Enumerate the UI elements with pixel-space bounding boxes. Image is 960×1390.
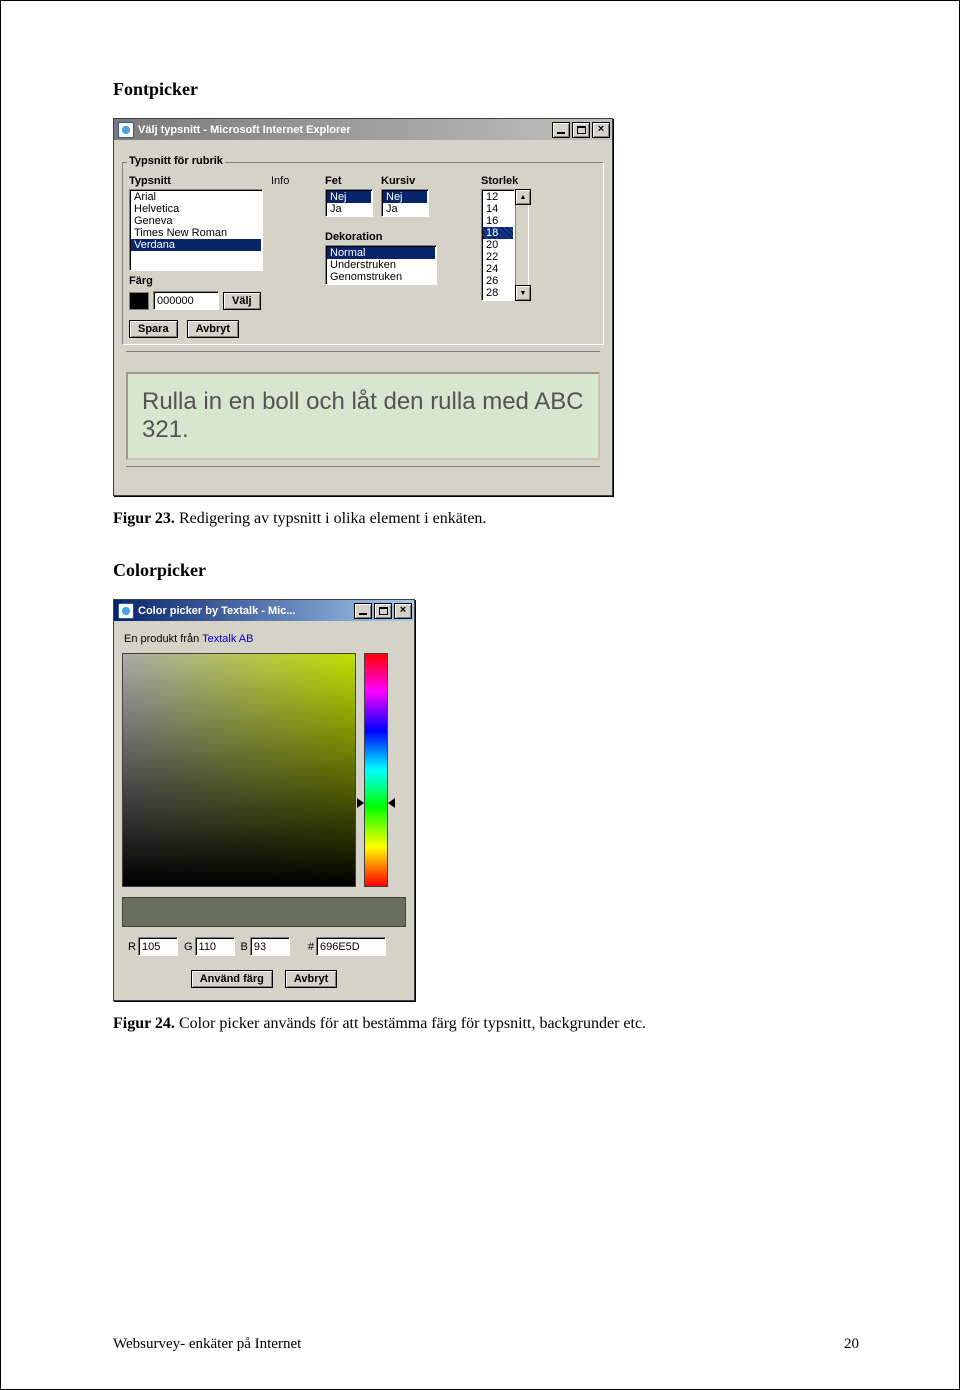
minimize-button[interactable] [552, 122, 570, 138]
font-listbox[interactable]: Arial Helvetica Geneva Times New Roman V… [129, 189, 263, 271]
label-fet: Fet [325, 175, 373, 187]
hue-pointer-left-icon [357, 798, 364, 808]
label-g: G [184, 941, 193, 953]
colorpicker-titlebar[interactable]: Color picker by Textalk - Mic... × [114, 600, 414, 621]
list-item[interactable]: Ja [327, 203, 371, 215]
hue-pointer-right-icon [388, 798, 395, 808]
list-item[interactable]: Geneva [131, 215, 261, 227]
g-input[interactable] [195, 937, 235, 956]
section-title-colorpicker: Colorpicker [113, 560, 859, 581]
group-legend: Typsnitt för rubrik [127, 155, 225, 167]
bold-listbox[interactable]: Nej Ja [325, 189, 373, 217]
cancel-button[interactable]: Avbryt [187, 320, 239, 338]
list-item[interactable]: Times New Roman [131, 227, 261, 239]
label-typsnitt: Typsnitt [129, 175, 263, 187]
colorpicker-window: Color picker by Textalk - Mic... × En pr… [113, 599, 415, 1001]
decoration-listbox[interactable]: Normal Understruken Genomstruken [325, 245, 437, 285]
label-hash: # [308, 941, 314, 953]
r-input[interactable] [138, 937, 178, 956]
intro-prefix: En produkt från [124, 633, 202, 645]
close-button[interactable]: × [592, 122, 610, 138]
list-item[interactable]: Ja [383, 203, 427, 215]
color-hex-input[interactable] [153, 291, 219, 310]
figure23-number: Figur 23. [113, 510, 175, 527]
list-item[interactable]: 16 [483, 215, 513, 227]
list-item[interactable]: 18 [483, 227, 513, 239]
ie-icon [118, 122, 134, 138]
list-item[interactable]: 28 [483, 287, 513, 299]
size-listbox[interactable]: 12 14 16 18 20 22 24 26 28 [481, 189, 515, 301]
figure23-caption: Figur 23. Redigering av typsnitt i olika… [113, 510, 859, 528]
maximize-button[interactable] [572, 122, 590, 138]
list-item[interactable]: Nej [383, 191, 427, 203]
color-swatch [129, 292, 149, 310]
label-dekoration: Dekoration [325, 231, 373, 243]
colorpicker-title: Color picker by Textalk - Mic... [138, 605, 296, 617]
scroll-down-icon[interactable]: ▼ [515, 285, 531, 301]
fontpicker-titlebar[interactable]: Välj typsnitt - Microsoft Internet Explo… [114, 119, 612, 140]
list-item[interactable]: Arial [131, 191, 261, 203]
minimize-button[interactable] [354, 603, 372, 619]
list-item[interactable]: Verdana [131, 239, 261, 251]
figure23-text: Redigering av typsnitt i olika element i… [175, 510, 486, 527]
list-item[interactable]: 26 [483, 275, 513, 287]
list-item[interactable]: Nej [327, 191, 371, 203]
list-item[interactable]: 12 [483, 191, 513, 203]
hue-slider[interactable] [364, 653, 388, 887]
hex-input[interactable] [316, 937, 386, 956]
list-item[interactable]: 24 [483, 263, 513, 275]
list-item[interactable]: 22 [483, 251, 513, 263]
footer-left: Websurvey- enkäter på Internet [113, 1336, 301, 1353]
list-item[interactable]: Genomstruken [327, 271, 435, 283]
label-b: B [241, 941, 248, 953]
list-item[interactable]: 20 [483, 239, 513, 251]
page-footer: Websurvey- enkäter på Internet 20 [113, 1336, 859, 1353]
choose-color-button[interactable]: Välj [223, 292, 261, 310]
list-item[interactable]: Normal [327, 247, 435, 259]
use-color-button[interactable]: Använd färg [191, 970, 273, 988]
section-title-fontpicker: Fontpicker [113, 79, 859, 100]
italic-listbox[interactable]: Nej Ja [381, 189, 429, 217]
saturation-area[interactable] [122, 653, 356, 887]
label-farg: Färg [129, 275, 263, 287]
b-input[interactable] [250, 937, 290, 956]
maximize-button[interactable] [374, 603, 392, 619]
cancel-button[interactable]: Avbryt [285, 970, 337, 988]
label-storlek: Storlek [481, 175, 531, 187]
ie-icon [118, 603, 134, 619]
save-button[interactable]: Spara [129, 320, 178, 338]
size-scrollbar[interactable]: ▲ ▼ [515, 189, 529, 301]
scroll-up-icon[interactable]: ▲ [515, 189, 531, 205]
spacer-panel [126, 351, 600, 366]
figure24-caption: Figur 24. Color picker används för att b… [113, 1015, 859, 1033]
fontpicker-title: Välj typsnitt - Microsoft Internet Explo… [138, 124, 351, 136]
list-item[interactable]: Understruken [327, 259, 435, 271]
colorpicker-intro: En produkt från Textalk AB [124, 633, 406, 645]
label-kursiv: Kursiv [381, 175, 429, 187]
list-item[interactable]: 14 [483, 203, 513, 215]
page-number: 20 [844, 1336, 859, 1353]
fontpicker-window: Välj typsnitt - Microsoft Internet Explo… [113, 118, 613, 496]
statusbar [126, 466, 600, 483]
color-preview-bar [122, 897, 406, 927]
figure24-text: Color picker används för att bestämma fä… [175, 1015, 646, 1032]
label-info: Info [271, 175, 317, 187]
figure24-number: Figur 24. [113, 1015, 175, 1032]
font-preview: Rulla in en boll och låt den rulla med A… [126, 372, 600, 460]
textalk-link[interactable]: Textalk AB [202, 633, 253, 645]
list-item[interactable]: Helvetica [131, 203, 261, 215]
label-r: R [128, 941, 136, 953]
close-button[interactable]: × [394, 603, 412, 619]
page: Fontpicker Välj typsnitt - Microsoft Int… [0, 0, 960, 1390]
